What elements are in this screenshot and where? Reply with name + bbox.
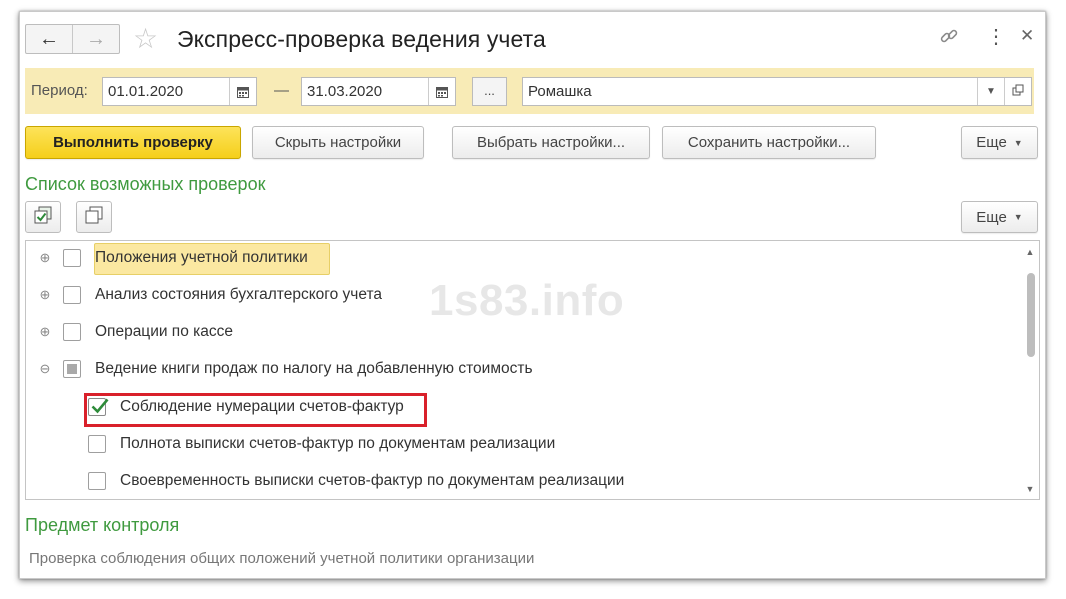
title-bar: ← → ☆ Экспресс-проверка ведения учета ⋮ … xyxy=(20,12,1045,64)
row-checkbox[interactable] xyxy=(63,323,81,341)
row-label: Ведение книги продаж по налогу на добавл… xyxy=(95,360,533,377)
row-label: Операции по кассе xyxy=(95,323,233,340)
expand-plus-icon[interactable]: ⊕ xyxy=(38,325,52,339)
chevron-down-icon: ▼ xyxy=(1013,137,1023,148)
row-checkbox[interactable] xyxy=(63,286,81,304)
subject-description: Проверка соблюдения общих положений учет… xyxy=(29,550,535,567)
link-icon[interactable] xyxy=(938,26,960,53)
star-icon[interactable]: ☆ xyxy=(133,24,158,54)
uncheck-all-icon xyxy=(84,206,104,228)
watermark: 1s83.info xyxy=(429,276,625,325)
back-button[interactable]: ← xyxy=(26,25,72,53)
chevron-down-icon[interactable]: ▼ xyxy=(977,78,1004,105)
organization-value: Ромашка xyxy=(528,83,592,100)
arrow-right-icon: → xyxy=(86,27,106,50)
checks-section-title: Список возможных проверок xyxy=(25,174,266,194)
forward-button[interactable]: → xyxy=(72,25,119,53)
list-more-label: Еще xyxy=(976,208,1007,226)
period-separator: — xyxy=(274,82,289,99)
hide-settings-button[interactable]: Скрыть настройки xyxy=(252,126,424,159)
period-label: Период: xyxy=(31,82,88,99)
navigation-group: ← → xyxy=(25,24,120,54)
scroll-down-icon[interactable]: ▼ xyxy=(1024,484,1036,494)
express-check-window: ← → ☆ Экспресс-проверка ведения учета ⋮ … xyxy=(19,11,1046,579)
more-button[interactable]: Еще ▼ xyxy=(961,126,1038,159)
organization-field[interactable]: Ромашка ▼ xyxy=(522,77,1032,106)
row-checkbox[interactable] xyxy=(88,472,106,490)
run-check-button[interactable]: Выполнить проверку xyxy=(25,126,241,159)
row-label: Анализ состояния бухгалтерского учета xyxy=(95,286,383,303)
expand-plus-icon[interactable]: ⊕ xyxy=(38,251,52,265)
row-checkbox[interactable] xyxy=(88,435,106,453)
choose-settings-button[interactable]: Выбрать настройки... xyxy=(452,126,650,159)
subject-section-title: Предмет контроля xyxy=(25,515,180,535)
check-all-button[interactable] xyxy=(25,201,61,233)
calendar-icon[interactable] xyxy=(229,78,256,105)
collapse-minus-icon[interactable]: ⊖ xyxy=(38,362,52,376)
save-settings-button[interactable]: Сохранить настройки... xyxy=(662,126,876,159)
period-from-value: 01.01.2020 xyxy=(108,83,184,100)
expand-plus-icon[interactable]: ⊕ xyxy=(38,288,52,302)
select-period-button[interactable]: ... xyxy=(472,77,507,106)
scroll-up-icon[interactable]: ▲ xyxy=(1024,247,1036,257)
period-to-value: 31.03.2020 xyxy=(307,83,383,100)
arrow-left-icon: ← xyxy=(39,27,59,50)
tree-row[interactable]: ⊖ Ведение книги продаж по налогу на доба… xyxy=(26,352,1016,388)
period-from-field[interactable]: 01.01.2020 xyxy=(102,77,257,106)
chevron-down-icon: ▼ xyxy=(1013,212,1023,222)
window-title: Экспресс-проверка ведения учета xyxy=(177,26,546,52)
tree-row[interactable]: ⊕ Положения учетной политики xyxy=(26,241,1016,277)
row-label: Полнота выписки счетов-фактур по докумен… xyxy=(120,435,556,452)
open-icon[interactable] xyxy=(1004,78,1031,105)
period-bar: Период: 01.01.2020 — 31.03.2020 ... Рома… xyxy=(25,68,1034,114)
row-label: Положения учетной политики xyxy=(95,249,308,266)
calendar-icon[interactable] xyxy=(428,78,455,105)
list-more-button[interactable]: Еще ▼ xyxy=(961,201,1038,233)
uncheck-all-button[interactable] xyxy=(76,201,112,233)
scroll-thumb[interactable] xyxy=(1027,273,1035,357)
close-icon[interactable]: ✕ xyxy=(1020,26,1034,46)
tree-row[interactable]: Своевременность выписки счетов-фактур по… xyxy=(26,464,1016,499)
period-to-field[interactable]: 31.03.2020 xyxy=(301,77,456,106)
check-all-icon xyxy=(33,206,53,228)
tree-scrollbar[interactable]: ▲ ▼ xyxy=(1021,241,1039,499)
row-checkbox[interactable] xyxy=(63,249,81,267)
highlight-frame xyxy=(84,393,427,427)
row-checkbox-partial[interactable] xyxy=(63,360,81,378)
more-vertical-icon[interactable]: ⋮ xyxy=(986,24,1006,49)
more-button-label: Еще xyxy=(976,134,1007,151)
tree-row[interactable]: Полнота выписки счетов-фактур по докумен… xyxy=(26,427,1016,463)
row-label: Своевременность выписки счетов-фактур по… xyxy=(120,472,625,489)
